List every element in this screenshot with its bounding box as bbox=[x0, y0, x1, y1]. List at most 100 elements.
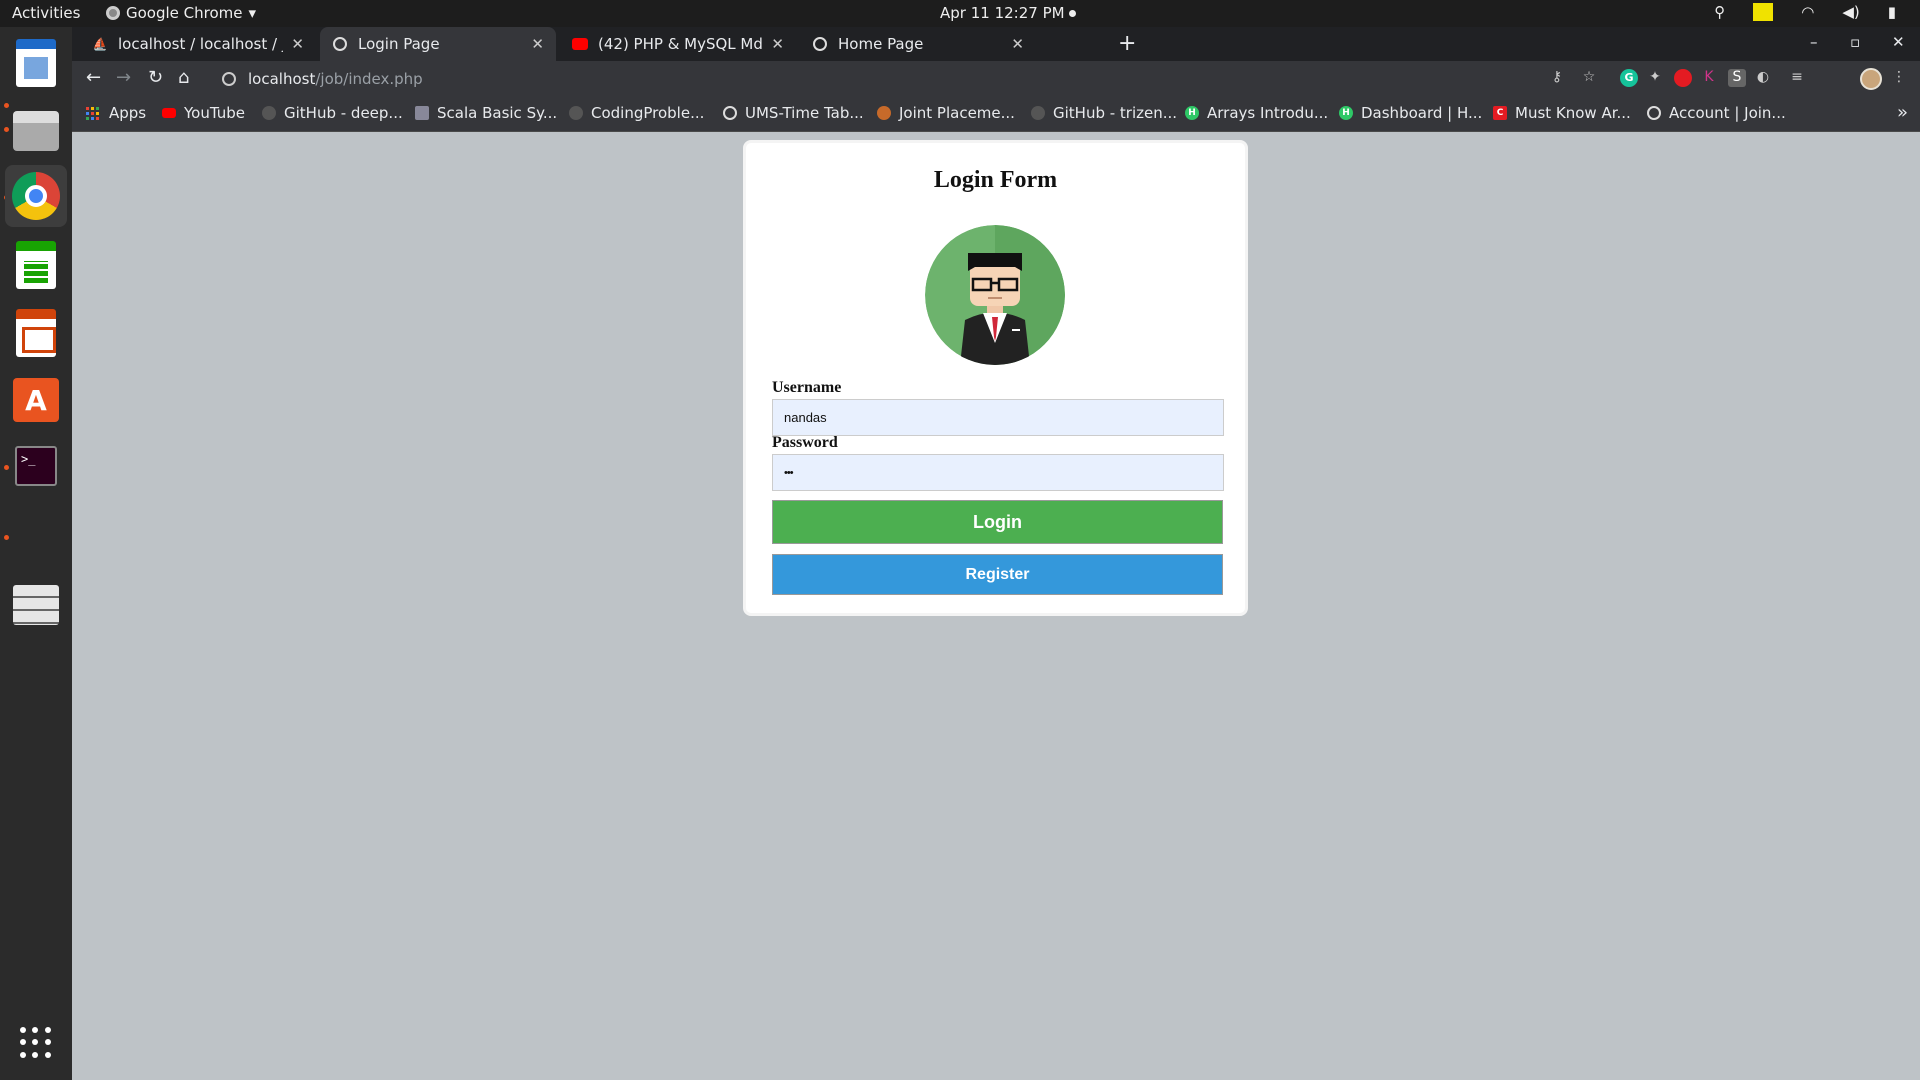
k-extension-icon[interactable]: K bbox=[1700, 69, 1718, 87]
dock-item-server[interactable] bbox=[5, 574, 67, 636]
youtube-icon bbox=[572, 36, 588, 52]
bookmark-account[interactable]: Account | Join... bbox=[1647, 104, 1786, 122]
menu-dots-icon[interactable]: ⋮ bbox=[1890, 69, 1908, 87]
window-close-button[interactable]: ✕ bbox=[1892, 33, 1905, 51]
dock-item-software[interactable]: A bbox=[5, 369, 67, 431]
globe-icon bbox=[812, 36, 828, 52]
running-indicator-icon bbox=[4, 535, 9, 540]
bookmark-label: GitHub - trizen... bbox=[1053, 104, 1178, 122]
key-icon[interactable]: ⚷ bbox=[1548, 69, 1566, 87]
bookmark-youtube[interactable]: YouTube bbox=[162, 104, 245, 122]
chrome-icon bbox=[12, 172, 60, 220]
accessibility-icon[interactable]: ⚲ bbox=[1714, 3, 1725, 21]
clock-text: Apr 11 12:27 PM bbox=[940, 4, 1065, 22]
new-tab-button[interactable]: + bbox=[1118, 31, 1136, 56]
tampermonkey-icon[interactable]: ◐ bbox=[1754, 69, 1772, 87]
s-extension-icon[interactable]: S bbox=[1728, 69, 1746, 87]
grammarly-icon[interactable]: G bbox=[1620, 69, 1638, 87]
bookmark-label: CodingProble... bbox=[591, 104, 705, 122]
media-queue-icon[interactable]: ≡ bbox=[1788, 69, 1806, 87]
bookmark-joint-placement[interactable]: Joint Placeme... bbox=[877, 104, 1015, 122]
dock-item-writer[interactable] bbox=[5, 32, 67, 94]
page-viewport: Login Form Username nandas Password ••• … bbox=[72, 132, 1920, 1080]
caret-down-icon: ▾ bbox=[248, 4, 257, 22]
sticky-notes-icon[interactable] bbox=[1753, 3, 1774, 21]
close-icon[interactable]: ✕ bbox=[1011, 35, 1024, 53]
bookmark-star-icon[interactable]: ☆ bbox=[1580, 69, 1598, 87]
login-title: Login Form bbox=[933, 167, 1058, 193]
back-button[interactable]: ← bbox=[86, 67, 101, 88]
bookmark-label: Dashboard | H... bbox=[1361, 104, 1483, 122]
github-icon bbox=[569, 106, 583, 120]
home-button[interactable]: ⌂ bbox=[178, 67, 189, 88]
dock-item-terminal[interactable]: >_ bbox=[5, 435, 67, 497]
tab-title: (42) PHP & MySQL Md5 Encr bbox=[598, 35, 763, 53]
bookmark-ums[interactable]: UMS-Time Tab... bbox=[723, 104, 864, 122]
tab-home-page[interactable]: Home Page ✕ bbox=[800, 27, 1036, 61]
dock-item-chrome[interactable] bbox=[5, 165, 67, 227]
bookmark-github-deep[interactable]: GitHub - deep... bbox=[262, 104, 403, 122]
username-input[interactable] bbox=[772, 399, 1224, 436]
forward-button[interactable]: → bbox=[116, 67, 131, 88]
minimize-button[interactable]: – bbox=[1810, 33, 1818, 51]
extension-icon[interactable]: ✦ bbox=[1646, 69, 1664, 87]
bookmark-apps[interactable]: Apps bbox=[86, 104, 146, 122]
bookmark-label: GitHub - deep... bbox=[284, 104, 403, 122]
terminal-icon: >_ bbox=[15, 446, 57, 486]
chrome-mini-icon bbox=[106, 6, 120, 20]
tab-login-page[interactable]: Login Page ✕ bbox=[320, 27, 556, 61]
close-icon[interactable]: ✕ bbox=[291, 35, 304, 53]
app-menu[interactable]: Google Chrome ▾ bbox=[106, 4, 256, 22]
store-icon: A bbox=[13, 378, 59, 422]
bookmark-codingproblems[interactable]: CodingProble... bbox=[569, 104, 704, 122]
maximize-button[interactable]: ▫ bbox=[1850, 33, 1860, 51]
activities-button[interactable]: Activities bbox=[12, 4, 80, 22]
dock-item-calc[interactable] bbox=[5, 234, 67, 296]
more-bookmarks-chevron-icon[interactable]: » bbox=[1897, 102, 1908, 123]
tab-strip: ⛵ localhost / localhost / job ✕ Login Pa… bbox=[72, 27, 1920, 61]
files-icon bbox=[13, 111, 59, 151]
globe-icon bbox=[332, 36, 348, 52]
bookmark-github-trizen[interactable]: GitHub - trizen... bbox=[1031, 104, 1177, 122]
github-icon bbox=[1031, 106, 1045, 120]
bookmark-label: Must Know Ar... bbox=[1515, 104, 1631, 122]
clock[interactable]: Apr 11 12:27 PM bbox=[940, 4, 1076, 22]
bookmark-dashboard[interactable]: H Dashboard | H... bbox=[1339, 104, 1482, 122]
adblock-icon[interactable] bbox=[1674, 69, 1692, 87]
tab-title: Home Page bbox=[838, 35, 924, 53]
bookmark-arrays[interactable]: H Arrays Introdu... bbox=[1185, 104, 1328, 122]
placement-icon bbox=[877, 106, 891, 120]
globe-icon bbox=[1647, 106, 1661, 120]
dock: A >_ bbox=[0, 27, 72, 1080]
close-icon[interactable]: ✕ bbox=[771, 35, 784, 53]
show-applications-icon[interactable] bbox=[20, 1027, 52, 1059]
bookmark-must-know[interactable]: C Must Know Ar... bbox=[1493, 104, 1631, 122]
tab-youtube[interactable]: (42) PHP & MySQL Md5 Encr ✕ bbox=[560, 27, 796, 61]
address-bar[interactable]: localhost/job/index.php bbox=[212, 64, 1662, 93]
tab-phpmyadmin[interactable]: ⛵ localhost / localhost / job ✕ bbox=[80, 27, 316, 61]
hackerrank-icon: H bbox=[1185, 106, 1199, 120]
volume-icon[interactable]: ◀︎) bbox=[1842, 3, 1859, 21]
wifi-icon[interactable]: ◠ bbox=[1801, 3, 1814, 21]
dock-item-files[interactable] bbox=[5, 100, 67, 162]
profile-avatar[interactable] bbox=[1860, 68, 1882, 90]
battery-icon[interactable]: ▮ bbox=[1888, 3, 1896, 21]
bookmark-label: Joint Placeme... bbox=[899, 104, 1015, 122]
login-card: Login Form Username nandas Password ••• … bbox=[743, 140, 1248, 616]
dock-item-impress[interactable] bbox=[5, 302, 67, 364]
tab-title: Login Page bbox=[358, 35, 440, 53]
reload-button[interactable]: ↻ bbox=[148, 67, 163, 88]
login-button[interactable]: Login bbox=[772, 500, 1223, 544]
password-label: Password bbox=[772, 434, 838, 451]
system-tray[interactable]: ⚲ ◠ ◀︎) ▮ bbox=[1714, 3, 1896, 21]
bookmark-label: Account | Join... bbox=[1669, 104, 1786, 122]
writer-icon bbox=[16, 39, 56, 87]
url-path: /job/index.php bbox=[315, 69, 423, 88]
register-button[interactable]: Register bbox=[772, 554, 1223, 595]
bookmark-label: YouTube bbox=[184, 104, 245, 122]
password-input[interactable] bbox=[772, 454, 1224, 491]
bookmark-scala[interactable]: Scala Basic Sy... bbox=[415, 104, 557, 122]
site-info-icon[interactable] bbox=[222, 71, 236, 86]
apps-grid-icon bbox=[86, 106, 99, 120]
close-icon[interactable]: ✕ bbox=[531, 35, 544, 53]
